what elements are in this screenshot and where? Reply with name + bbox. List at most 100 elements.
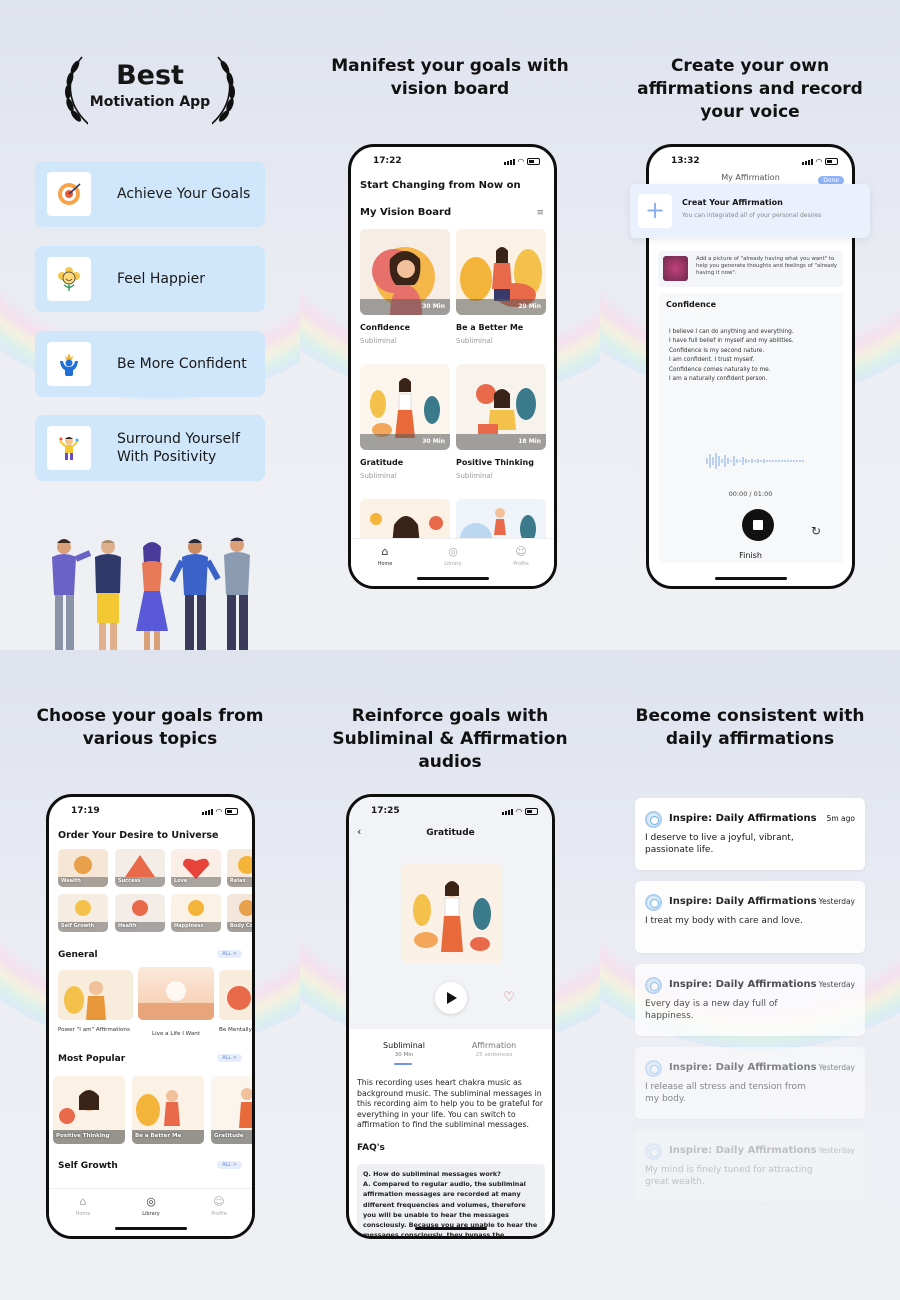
add-picture[interactable]: Add a picture of "already having what yo… xyxy=(658,251,843,287)
home-indicator xyxy=(414,1227,487,1230)
tile-duration: 30 Min xyxy=(422,438,445,445)
screen-title: My Affirmation xyxy=(721,173,780,182)
app-icon xyxy=(645,1143,662,1160)
people-illustration xyxy=(52,537,250,650)
tab-profile[interactable]: ☺ Profile xyxy=(199,1195,239,1217)
benefit-label: Surround Yourself With Positivity xyxy=(117,431,240,465)
smiling-flower-icon xyxy=(47,257,91,301)
notification-body: I deserve to live a joyful, vibrant, pas… xyxy=(645,833,794,855)
confident-person-icon xyxy=(47,342,91,386)
tab-home[interactable]: ⌂ Home xyxy=(365,545,405,567)
happy-person-icon xyxy=(47,426,91,470)
redo-icon[interactable]: ↻ xyxy=(811,524,821,538)
notification[interactable]: Inspire: Daily Affirmations Yesterday My… xyxy=(635,1130,865,1202)
panel-audio: Reinforce goals with Subliminal & Affirm… xyxy=(300,650,600,1300)
vision-tile[interactable]: 30 Min Gratitude Subliminal xyxy=(360,364,450,480)
wifi-icon: ◠ xyxy=(515,807,522,816)
general-caption: Live a Life I Want xyxy=(151,1031,201,1037)
stop-icon xyxy=(753,520,763,530)
favorite-icon[interactable]: ♡ xyxy=(503,990,515,1005)
signal-icon xyxy=(201,808,213,815)
description: This recording uses heart chakra music a… xyxy=(357,1078,543,1129)
tab-profile[interactable]: ☺ Profile xyxy=(501,545,541,567)
category-tile[interactable]: Body Co xyxy=(227,894,252,932)
category-tile[interactable]: Love xyxy=(171,849,221,887)
notification[interactable]: Inspire: Daily Affirmations Yesterday Ev… xyxy=(635,964,865,1036)
general-card[interactable] xyxy=(138,967,214,1020)
tab-library[interactable]: ◎ Library xyxy=(131,1195,171,1217)
create-affirmation-popup[interactable]: + Creat Your Affirmation You can integra… xyxy=(630,184,870,238)
affirmation-line: I am a naturally confident person. xyxy=(669,376,768,383)
tab-affirmation[interactable]: Affirmation 25 sentences xyxy=(449,1041,539,1058)
tile-type: Subliminal xyxy=(456,337,493,345)
category-tile[interactable]: Relax xyxy=(227,849,252,887)
panel-title: Manifest your goals with vision board xyxy=(331,56,569,99)
popular-card[interactable]: Be a Better Me xyxy=(132,1076,204,1144)
see-all-button[interactable]: ALL > xyxy=(217,1054,242,1062)
signal-icon xyxy=(501,808,513,815)
notification[interactable]: Inspire: Daily Affirmations 5m ago I des… xyxy=(635,798,865,870)
see-all-button[interactable]: ALL > xyxy=(217,950,242,958)
notification-body: My mind is finely tuned for attracting g… xyxy=(645,1165,813,1187)
status-bar: 17:25 ◠ xyxy=(349,797,552,823)
tile-duration: 20 Min xyxy=(518,303,541,310)
home-heading: Start Changing from Now on xyxy=(360,180,521,191)
plus-icon: + xyxy=(638,194,672,228)
general-card[interactable] xyxy=(219,970,252,1020)
library-heading: Order Your Desire to Universe xyxy=(58,830,219,841)
tile-duration: 18 Min xyxy=(518,438,541,445)
tab-bar: ⌂ Home ◎ Library ☺ Profile xyxy=(49,1188,252,1236)
notification-time: 5m ago xyxy=(826,814,855,823)
general-card[interactable] xyxy=(58,970,133,1020)
panel-motivation: Best Motivation App Achieve Your Goals F… xyxy=(0,0,300,650)
panel-topics: Choose your goals from various topics 17… xyxy=(0,650,300,1300)
panel-notifications: Become consistent with daily affirmation… xyxy=(600,650,900,1300)
notification[interactable]: Inspire: Daily Affirmations Yesterday I … xyxy=(635,1047,865,1119)
notification[interactable]: Inspire: Daily Affirmations Yesterday I … xyxy=(635,881,865,953)
category-tile[interactable]: Success xyxy=(115,849,165,887)
battery-icon xyxy=(525,808,538,815)
category-tile[interactable]: Wealth xyxy=(58,849,108,887)
vision-tile[interactable]: 30 Min Confidence Subliminal xyxy=(360,229,450,345)
benefit-card: Surround Yourself With Positivity xyxy=(35,415,265,481)
category-tile[interactable]: Self Growth xyxy=(58,894,108,932)
stop-record-button[interactable] xyxy=(742,509,774,541)
finish-label: Finish xyxy=(739,551,762,560)
affirmation-text-area[interactable]: I believe I can do anything and everythi… xyxy=(658,328,843,384)
home-indicator xyxy=(416,577,489,580)
library-icon: ◎ xyxy=(146,1195,156,1208)
picture-hint: Add a picture of "already having what yo… xyxy=(696,256,838,276)
notification-time: Yesterday xyxy=(818,897,855,906)
vision-tile[interactable]: 20 Min Be a Better Me Subliminal xyxy=(456,229,546,345)
vision-tile[interactable]: 18 Min Positive Thinking Subliminal xyxy=(456,364,546,480)
app-icon xyxy=(645,1060,662,1077)
popular-card[interactable]: Positive Thinking xyxy=(53,1076,125,1144)
home-indicator xyxy=(114,1227,187,1230)
affirmation-line: I am confident. I trust myself. xyxy=(669,357,755,364)
play-icon xyxy=(447,992,457,1004)
home-icon: ⌂ xyxy=(381,545,389,558)
tile-image: 20 Min xyxy=(456,229,546,315)
panel-title: Create your own affirmations and record … xyxy=(637,56,863,122)
battery-icon xyxy=(527,158,540,165)
category-tile[interactable]: Health xyxy=(115,894,165,932)
affirmation-line: I believe I can do anything and everythi… xyxy=(669,329,794,335)
affirmation-card: Confidence I believe I can do anything a… xyxy=(658,293,843,563)
category-tile[interactable]: Happiness xyxy=(171,894,221,932)
status-bar: 17:22 ◠ xyxy=(351,147,554,173)
tile-type: Subliminal xyxy=(360,472,397,480)
filter-icon[interactable]: ≡ xyxy=(536,208,544,218)
see-all-button[interactable]: ALL > xyxy=(217,1161,242,1169)
tab-home[interactable]: ⌂ Home xyxy=(63,1195,103,1217)
tile-type: Subliminal xyxy=(360,337,397,345)
tab-subliminal[interactable]: Subliminal 30 Min xyxy=(359,1041,449,1058)
popular-card[interactable]: Gratitude xyxy=(211,1076,252,1144)
clock: 17:22 xyxy=(373,156,402,166)
play-button[interactable] xyxy=(435,982,467,1014)
phone-topics: 17:19 ◠ Order Your Desire to Universe We… xyxy=(46,794,255,1239)
notification-app: Inspire: Daily Affirmations xyxy=(669,1145,817,1156)
record-timer: 00:00 / 01:00 xyxy=(728,490,773,498)
tab-library[interactable]: ◎ Library xyxy=(433,545,473,567)
benefit-card: Be More Confident xyxy=(35,331,265,397)
notification-body: Every day is a new day full of happiness… xyxy=(645,999,778,1021)
